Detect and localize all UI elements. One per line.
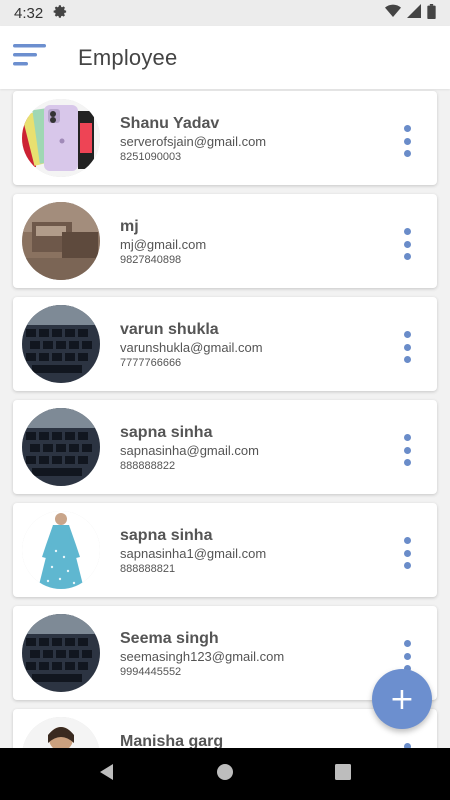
- employee-info: Shanu Yadav serverofsjain@gmail.com 8251…: [120, 115, 266, 164]
- battery-icon: [427, 3, 436, 23]
- avatar: [22, 202, 100, 280]
- app-bar: Employee: [0, 26, 450, 89]
- more-vert-dot: [403, 343, 411, 351]
- more-options-button[interactable]: [397, 640, 417, 672]
- employee-email: mj@gmail.com: [120, 237, 207, 252]
- employee-name: varun shukla: [120, 321, 219, 338]
- employee-info: sapna sinha sapnasinha@gmail.com 8888888…: [120, 424, 259, 473]
- menu-button[interactable]: [0, 28, 60, 88]
- employee-email: sapnasinha@gmail.com: [120, 443, 259, 458]
- employee-name: Seema singh: [120, 630, 219, 647]
- more-vert-dot: [403, 446, 411, 454]
- avatar: [22, 305, 100, 383]
- avatar: [22, 614, 100, 692]
- recents-icon[interactable]: [334, 763, 352, 786]
- more-options-button[interactable]: [397, 434, 417, 466]
- back-icon[interactable]: [98, 763, 116, 786]
- more-vert-dot: [403, 549, 411, 557]
- wifi-icon: [385, 4, 401, 22]
- employee-phone: 9994445552: [120, 666, 182, 678]
- avatar: [22, 408, 100, 486]
- menu-icon: [12, 42, 48, 73]
- more-vert-dot: [403, 137, 411, 145]
- more-vert-icon: [403, 434, 411, 441]
- employee-name: mj: [120, 218, 139, 235]
- more-vert-icon: [403, 537, 411, 544]
- more-options-button[interactable]: [397, 125, 417, 157]
- employee-email: serverofsjain@gmail.com: [120, 134, 267, 149]
- more-vert-dot: [403, 150, 411, 157]
- employee-name: Manisha garg: [120, 733, 224, 748]
- employee-name: sapna sinha: [120, 527, 213, 544]
- employee-info: varun shukla varunshukla@gmail.com 77777…: [120, 321, 263, 370]
- employee-email: varunshukla@gmail.com: [120, 340, 263, 355]
- more-vert-dot: [403, 253, 411, 260]
- employee-name: sapna sinha: [120, 424, 213, 441]
- signal-icon: [407, 4, 421, 22]
- status-time: 4:32: [14, 4, 44, 22]
- employee-phone: 8251090003: [120, 151, 182, 163]
- employee-phone: 7777766666: [120, 357, 182, 369]
- add-employee-button[interactable]: +: [372, 669, 432, 729]
- more-vert-dot: [403, 459, 411, 466]
- employee-card[interactable]: sapna sinha sapnasinha@gmail.com 8888888…: [13, 400, 437, 494]
- add-icon: +: [389, 681, 415, 717]
- more-vert-dot: [403, 356, 411, 363]
- more-vert-icon: [403, 228, 411, 235]
- employee-phone: 888888821: [120, 563, 176, 575]
- employee-info: mj mj@gmail.com 9827840898: [120, 218, 206, 267]
- employee-info: sapna sinha sapnasinha1@gmail.com 888888…: [120, 527, 266, 576]
- more-vert-icon: [403, 331, 411, 338]
- employee-info: Seema singh seemasingh123@gmail.com 9994…: [120, 630, 284, 679]
- system-nav-bar: [0, 748, 450, 800]
- employee-list[interactable]: Shanu Yadav serverofsjain@gmail.com 8251…: [0, 89, 450, 748]
- employee-card[interactable]: Manisha garg: [13, 709, 437, 748]
- more-vert-dot: [403, 652, 411, 660]
- employee-phone: 9827840898: [120, 254, 182, 266]
- more-options-button[interactable]: [397, 228, 417, 260]
- more-options-button[interactable]: [397, 331, 417, 363]
- home-icon[interactable]: [216, 763, 234, 786]
- page-title: Employee: [78, 44, 178, 70]
- employee-card[interactable]: mj mj@gmail.com 9827840898: [13, 194, 437, 288]
- employee-phone: 888888822: [120, 460, 176, 472]
- more-vert-dot: [403, 562, 411, 569]
- avatar: [22, 511, 100, 589]
- more-vert-dot: [403, 240, 411, 248]
- employee-card[interactable]: varun shukla varunshukla@gmail.com 77777…: [13, 297, 437, 391]
- employee-email: sapnasinha1@gmail.com: [120, 546, 267, 561]
- more-vert-icon: [403, 125, 411, 132]
- more-vert-icon: [403, 640, 411, 647]
- employee-name: Shanu Yadav: [120, 115, 220, 132]
- avatar: [22, 717, 100, 748]
- employee-card[interactable]: sapna sinha sapnasinha1@gmail.com 888888…: [13, 503, 437, 597]
- settings-icon: [53, 4, 68, 23]
- status-bar: 4:32: [0, 0, 450, 26]
- employee-card[interactable]: Seema singh seemasingh123@gmail.com 9994…: [13, 606, 437, 700]
- more-options-button[interactable]: [397, 537, 417, 569]
- employee-info: Manisha garg: [120, 733, 223, 748]
- employee-email: seemasingh123@gmail.com: [120, 649, 285, 664]
- avatar: [22, 99, 100, 177]
- employee-card[interactable]: Shanu Yadav serverofsjain@gmail.com 8251…: [13, 91, 437, 185]
